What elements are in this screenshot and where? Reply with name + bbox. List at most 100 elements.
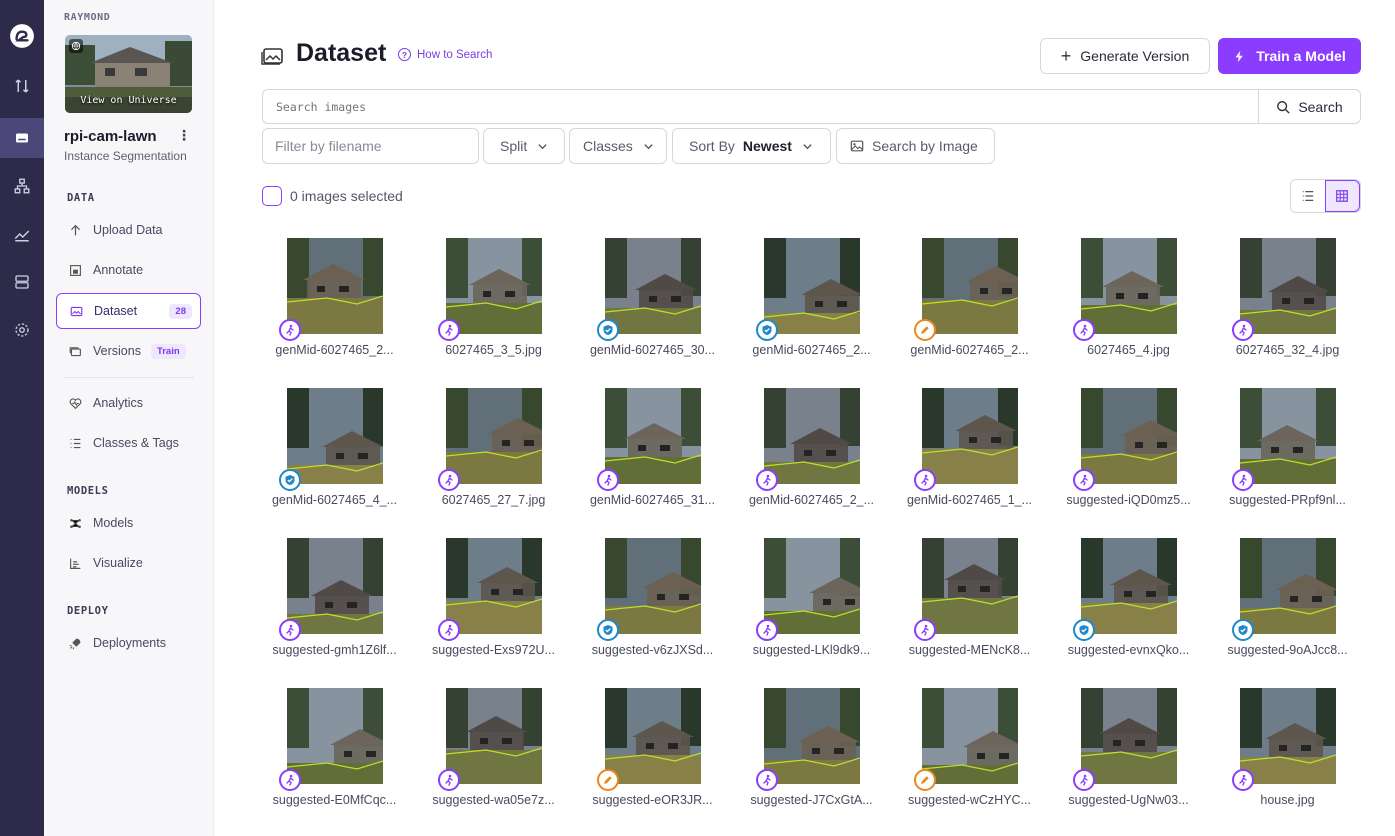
image-thumbnail[interactable] (1240, 688, 1336, 784)
projects-icon[interactable] (0, 118, 44, 158)
image-thumbnail[interactable] (922, 538, 1018, 634)
settings-icon[interactable] (0, 310, 44, 350)
image-thumbnail[interactable] (922, 238, 1018, 334)
image-tile[interactable]: genMid-6027465_31... (580, 380, 716, 520)
grid-view-button[interactable] (1324, 180, 1360, 212)
image-thumbnail[interactable] (764, 238, 860, 334)
image-tile[interactable]: suggested-eOR3JR... (580, 680, 716, 820)
image-tile[interactable]: suggested-Exs972U... (421, 530, 557, 670)
how-to-search-link[interactable]: ? How to Search (398, 48, 492, 61)
image-thumbnail[interactable] (764, 538, 860, 634)
image-tile[interactable]: suggested-iQD0mz5... (1056, 380, 1192, 520)
transfer-icon[interactable] (0, 66, 44, 106)
image-thumbnail[interactable] (1081, 388, 1177, 484)
image-tile[interactable]: suggested-PRpf9nl... (1215, 380, 1351, 520)
image-thumbnail[interactable] (287, 538, 383, 634)
nav-annotate-label: Annotate (93, 263, 144, 277)
nav-dataset[interactable]: Dataset 28 (56, 293, 201, 329)
image-thumbnail[interactable] (764, 688, 860, 784)
image-tile[interactable]: 6027465_4.jpg (1056, 230, 1192, 370)
image-thumbnail[interactable] (1081, 238, 1177, 334)
image-thumbnail[interactable] (1240, 388, 1336, 484)
nav-visualize[interactable]: Visualize (56, 545, 201, 581)
image-thumbnail[interactable] (1081, 538, 1177, 634)
image-tile[interactable]: 6027465_3_5.jpg (421, 230, 557, 370)
image-thumbnail[interactable] (922, 388, 1018, 484)
image-thumbnail[interactable] (446, 538, 542, 634)
image-thumbnail[interactable] (605, 688, 701, 784)
image-thumbnail[interactable] (605, 238, 701, 334)
nav-versions[interactable]: Versions Train (56, 333, 201, 369)
image-tile[interactable]: genMid-6027465_1_... (897, 380, 1033, 520)
image-tile[interactable]: suggested-gmh1Z6lf... (262, 530, 398, 670)
dataset-icon (70, 306, 83, 316)
image-tile[interactable]: genMid-6027465_2... (262, 230, 398, 370)
image-filename: suggested-PRpf9nl... (1229, 493, 1346, 507)
image-thumbnail[interactable] (605, 538, 701, 634)
workflows-icon[interactable] (0, 166, 44, 206)
search-input[interactable] (262, 89, 1259, 124)
image-tile[interactable]: suggested-v6zJXSd... (580, 530, 716, 670)
deployments-icon[interactable] (0, 262, 44, 302)
image-thumbnail[interactable] (446, 238, 542, 334)
image-tile[interactable]: 6027465_27_7.jpg (421, 380, 557, 520)
project-menu-icon[interactable]: ⋮ (177, 127, 191, 144)
image-thumbnail[interactable] (446, 688, 542, 784)
image-tile[interactable]: suggested-wCzHYC... (897, 680, 1033, 820)
image-thumbnail[interactable] (922, 688, 1018, 784)
nav-upload-label: Upload Data (93, 223, 163, 237)
image-thumbnail[interactable] (1081, 688, 1177, 784)
search-button[interactable]: Search (1258, 89, 1361, 124)
project-thumbnail[interactable]: View on Universe (65, 35, 192, 113)
image-tile[interactable]: suggested-MENcK8... (897, 530, 1033, 670)
image-tile[interactable]: suggested-evnxQko... (1056, 530, 1192, 670)
image-thumbnail[interactable] (287, 388, 383, 484)
image-tile[interactable]: suggested-wa05e7z... (421, 680, 557, 820)
lightning-icon (1235, 50, 1244, 62)
image-tile[interactable]: genMid-6027465_4_... (262, 380, 398, 520)
classes-dropdown[interactable]: Classes (569, 128, 667, 164)
nav-models[interactable]: Models (56, 505, 201, 541)
nav-upload-data[interactable]: Upload Data (56, 212, 201, 248)
nav-analytics[interactable]: Analytics (56, 385, 201, 421)
split-dropdown[interactable]: Split (483, 128, 565, 164)
view-on-universe-link[interactable]: View on Universe (65, 95, 192, 106)
image-thumbnail[interactable] (1240, 538, 1336, 634)
monitoring-icon[interactable] (0, 214, 44, 254)
image-tile[interactable]: suggested-LKl9dk9... (739, 530, 875, 670)
how-to-search-label: How to Search (417, 48, 493, 61)
image-tile[interactable]: house.jpg (1215, 680, 1351, 820)
image-tile[interactable]: suggested-9oAJcc8... (1215, 530, 1351, 670)
image-tile[interactable]: suggested-J7CxGtA... (739, 680, 875, 820)
image-thumbnail[interactable] (287, 238, 383, 334)
select-all-checkbox[interactable] (262, 186, 282, 206)
image-tile[interactable]: genMid-6027465_2_... (739, 380, 875, 520)
search-by-image-button[interactable]: Search by Image (836, 128, 995, 164)
nav-annotate[interactable]: Annotate (56, 252, 201, 288)
image-thumbnail[interactable] (764, 388, 860, 484)
image-thumbnail[interactable] (287, 688, 383, 784)
image-tile[interactable]: suggested-E0MfCqc... (262, 680, 398, 820)
roboflow-logo-icon[interactable] (0, 16, 44, 56)
image-filename: genMid-6027465_2... (275, 343, 394, 357)
image-thumbnail[interactable] (1240, 238, 1336, 334)
train-model-button[interactable]: Train a Model (1218, 38, 1361, 74)
image-thumbnail[interactable] (446, 388, 542, 484)
image-tile[interactable]: suggested-UgNw03... (1056, 680, 1192, 820)
models-icon (70, 518, 81, 528)
image-tile[interactable]: genMid-6027465_2... (897, 230, 1033, 370)
image-tile[interactable]: genMid-6027465_2... (739, 230, 875, 370)
image-tile[interactable]: genMid-6027465_30... (580, 230, 716, 370)
approved-status-icon (279, 469, 301, 491)
sort-dropdown[interactable]: Sort By Newest (672, 128, 831, 164)
generate-version-button[interactable]: + Generate Version (1040, 38, 1210, 74)
nav-deployments[interactable]: Deployments (56, 625, 201, 661)
annotating-status-icon (597, 769, 619, 791)
filename-filter-input[interactable]: Filter by filename (262, 128, 479, 164)
workspace-name[interactable]: RAYMOND (64, 12, 110, 23)
image-tile[interactable]: 6027465_32_4.jpg (1215, 230, 1351, 370)
image-filename: 6027465_3_5.jpg (445, 343, 542, 357)
image-thumbnail[interactable] (605, 388, 701, 484)
nav-classes-tags[interactable]: Classes & Tags (56, 425, 201, 461)
list-view-button[interactable] (1291, 180, 1325, 212)
